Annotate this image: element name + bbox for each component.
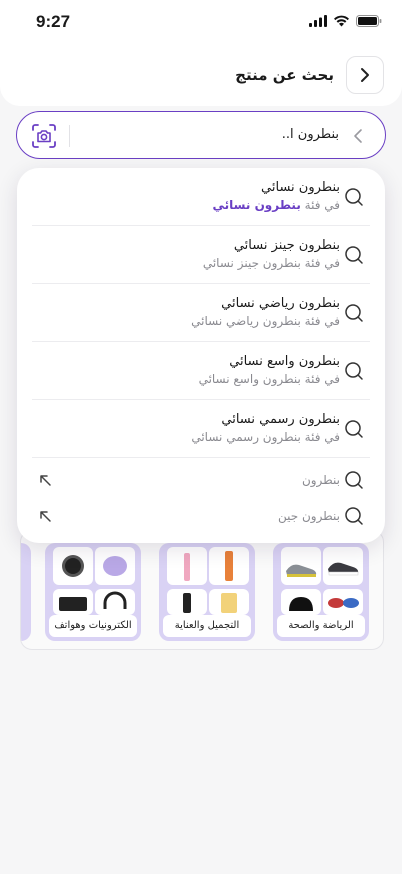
suggestion-subtitle: في فئة بنطرون نسائي <box>213 198 340 212</box>
search-icon <box>345 471 363 489</box>
status-bar: 9:27 <box>0 0 402 44</box>
suggestion-title: بنطرون نسائي <box>261 180 340 195</box>
signal-icon <box>309 15 327 27</box>
search-icon <box>345 420 363 438</box>
cosmetic-image <box>209 547 249 585</box>
search-divider <box>69 125 70 147</box>
suggestion-item[interactable]: بنطرون واسع نسائي في فئة بنطرون واسع نسا… <box>32 342 370 400</box>
suggestion-item[interactable]: بنطرون رسمي نسائي في فئة بنطرون رسمي نسا… <box>32 400 370 458</box>
sneaker-image <box>281 547 321 585</box>
back-button[interactable] <box>346 56 384 94</box>
suggestion-subtitle: في فئة بنطرون رسمي نسائي <box>191 430 340 444</box>
arrow-up-left-icon[interactable] <box>38 473 52 487</box>
suggestion-title: بنطرون رياضي نسائي <box>221 296 340 311</box>
search-icon <box>345 246 363 264</box>
wifi-icon <box>334 15 349 27</box>
category-label: التجميل والعناية <box>163 615 251 637</box>
search-input[interactable]: بنطرون ا.. <box>282 127 339 142</box>
suggestion-category-highlight: بنطرون نسائي <box>212 198 301 212</box>
watch-image <box>53 547 93 585</box>
suggestion-subtitle: في فئة بنطرون رياضي نسائي <box>191 314 340 328</box>
recent-search-text: بنطرون <box>301 473 340 487</box>
arrow-up-left-icon[interactable] <box>38 509 52 523</box>
sneaker-image <box>323 547 363 585</box>
suggestion-prefix: في فئة <box>304 198 340 212</box>
cap-image <box>281 589 321 615</box>
status-icons <box>309 15 382 27</box>
category-card-beauty[interactable]: التجميل والعناية <box>159 543 255 641</box>
cosmetic-image <box>167 547 207 585</box>
suggestion-item[interactable]: بنطرون رياضي نسائي في فئة بنطرون رياضي ن… <box>32 284 370 342</box>
suggestion-subtitle: في فئة بنطرون جينز نسائي <box>202 256 340 270</box>
suggestion-title: بنطرون واسع نسائي <box>229 354 340 369</box>
sunglasses-image <box>323 589 363 615</box>
laptop-image <box>53 589 93 615</box>
recent-search-item[interactable]: بنطرون <box>32 463 370 499</box>
header: بحث عن منتج <box>0 44 402 106</box>
category-card-sports[interactable]: الرياضة والصحة <box>273 543 369 641</box>
search-suggestions-dropdown: بنطرون نسائي في فئة بنطرون نسائي بنطرون … <box>17 168 385 543</box>
categories-strip: الرياضة والصحة التجميل والعناية الكتروني… <box>20 530 384 650</box>
search-icon <box>345 188 363 206</box>
category-card-electronics[interactable]: الكترونيات وهواتف <box>45 543 141 641</box>
search-icon <box>345 507 363 525</box>
recent-search-text: بنطرون جين <box>277 509 340 523</box>
category-card-partial[interactable] <box>21 543 31 641</box>
cosmetic-image <box>209 589 249 615</box>
camera-search-icon[interactable] <box>31 123 57 149</box>
search-icon <box>345 362 363 380</box>
chevron-right-icon <box>361 68 369 82</box>
earbuds-image <box>95 547 135 585</box>
search-bar[interactable]: بنطرون ا.. <box>16 111 386 159</box>
headphones-image <box>95 589 135 615</box>
suggestion-item[interactable]: بنطرون جينز نسائي في فئة بنطرون جينز نسا… <box>32 226 370 284</box>
category-label: الرياضة والصحة <box>277 615 365 637</box>
page-title: بحث عن منتج <box>235 66 334 84</box>
suggestion-title: بنطرون جينز نسائي <box>233 238 340 253</box>
suggestion-title: بنطرون رسمي نسائي <box>221 412 340 427</box>
suggestion-item[interactable]: بنطرون نسائي في فئة بنطرون نسائي <box>32 168 370 226</box>
cosmetic-image <box>167 589 207 615</box>
battery-icon <box>356 15 382 27</box>
search-icon <box>345 304 363 322</box>
status-time: 9:27 <box>36 12 71 31</box>
chevron-left-icon <box>354 129 362 143</box>
suggestion-subtitle: في فئة بنطرون واسع نسائي <box>198 372 340 386</box>
category-label: الكترونيات وهواتف <box>49 615 137 637</box>
recent-search-item[interactable]: بنطرون جين <box>32 499 370 535</box>
